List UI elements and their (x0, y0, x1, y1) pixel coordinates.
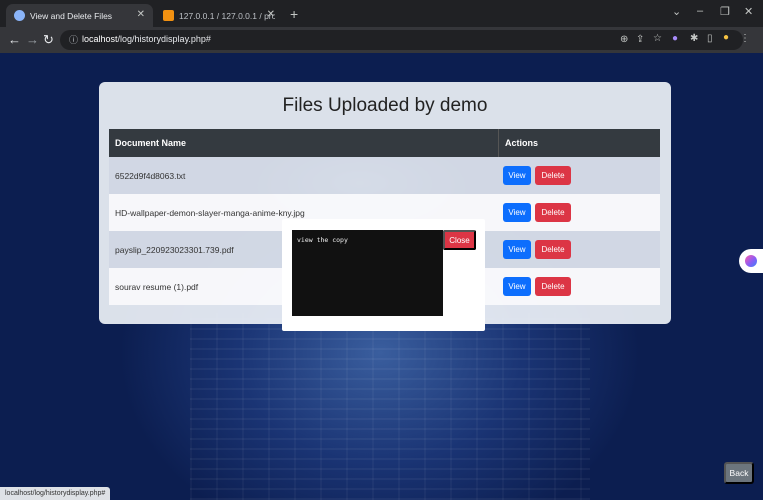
delete-button[interactable]: Delete (535, 203, 571, 222)
tab-view-and-delete-files[interactable]: View and Delete Files ✕ (6, 4, 153, 27)
share-icon[interactable]: ⇪ (636, 34, 644, 45)
back-button[interactable]: Back (724, 462, 754, 484)
profile-avatar-icon[interactable]: ● (723, 32, 729, 43)
window-close-icon[interactable]: ✕ (744, 5, 753, 18)
brick-wall-decoration (190, 313, 590, 500)
view-button[interactable]: View (503, 240, 531, 259)
restore-icon[interactable]: ❐ (720, 5, 730, 18)
column-actions: Actions (505, 138, 539, 148)
view-button[interactable]: View (503, 203, 531, 222)
table-row: 6522d9f4d8063.txt View Delete (109, 157, 660, 194)
new-tab-icon[interactable]: + (290, 6, 298, 22)
file-name: HD-wallpaper-demon-slayer-manga-anime-kn… (115, 207, 305, 218)
menu-kebab-icon[interactable]: ⋮ (740, 33, 750, 44)
file-name: 6522d9f4d8063.txt (115, 170, 186, 181)
forward-arrow-icon[interactable]: → (26, 32, 39, 47)
tab-title: 127.0.0.1 / 127.0.0.1 / project / ... (179, 10, 275, 21)
row-actions: View Delete (499, 166, 571, 185)
puzzle-icon[interactable]: ✱ (690, 33, 698, 44)
address-toolbar: ← → ↻ ⓘ localhost/log/historydisplay.php… (0, 27, 763, 53)
row-actions: View Delete (499, 240, 571, 259)
info-icon[interactable]: ⓘ (69, 33, 78, 46)
browser-tab-strip: View and Delete Files ✕ 127.0.0.1 / 127.… (0, 0, 763, 27)
page-title: Files Uploaded by demo (282, 95, 488, 116)
close-tab-icon[interactable]: ✕ (137, 9, 145, 20)
phpmyadmin-icon (163, 10, 174, 21)
file-preview-modal: view the copy Close (282, 219, 485, 331)
column-document-name: Document Name (109, 129, 499, 157)
tab-title: View and Delete Files (30, 10, 113, 21)
status-bar-url: localhost/log/historydisplay.php# (0, 487, 111, 500)
row-actions: View Delete (499, 203, 571, 222)
delete-button[interactable]: Delete (535, 240, 571, 259)
close-button[interactable]: Close (443, 230, 476, 250)
row-actions: View Delete (499, 277, 571, 296)
globe-icon (14, 10, 25, 21)
sidepanel-icon[interactable]: ▯ (707, 33, 713, 44)
back-arrow-icon[interactable]: ← (8, 32, 21, 47)
url-text: localhost/log/historydisplay.php# (82, 34, 211, 44)
tab-phpmyadmin[interactable]: 127.0.0.1 / 127.0.0.1 / project / ... ✕ (155, 4, 283, 27)
extension-icon[interactable]: ● (672, 33, 678, 44)
extension-logo-icon (745, 255, 757, 267)
file-content-viewer[interactable]: view the copy (292, 230, 443, 316)
tab-search-icon[interactable]: ⌄ (672, 5, 681, 18)
close-tab-icon[interactable]: ✕ (267, 9, 275, 20)
bookmark-star-icon[interactable]: ☆ (653, 33, 662, 44)
address-bar[interactable]: ⓘ localhost/log/historydisplay.php# ⊕ ⇪ … (60, 30, 750, 50)
reload-icon[interactable]: ↻ (43, 32, 54, 48)
view-button[interactable]: View (503, 166, 531, 185)
delete-button[interactable]: Delete (535, 166, 571, 185)
side-extension-icon[interactable] (739, 249, 763, 273)
minimize-icon[interactable]: – (697, 5, 703, 17)
delete-button[interactable]: Delete (535, 277, 571, 296)
zoom-icon[interactable]: ⊕ (620, 34, 628, 45)
table-header: Document Name Actions (109, 129, 660, 157)
view-button[interactable]: View (503, 277, 531, 296)
